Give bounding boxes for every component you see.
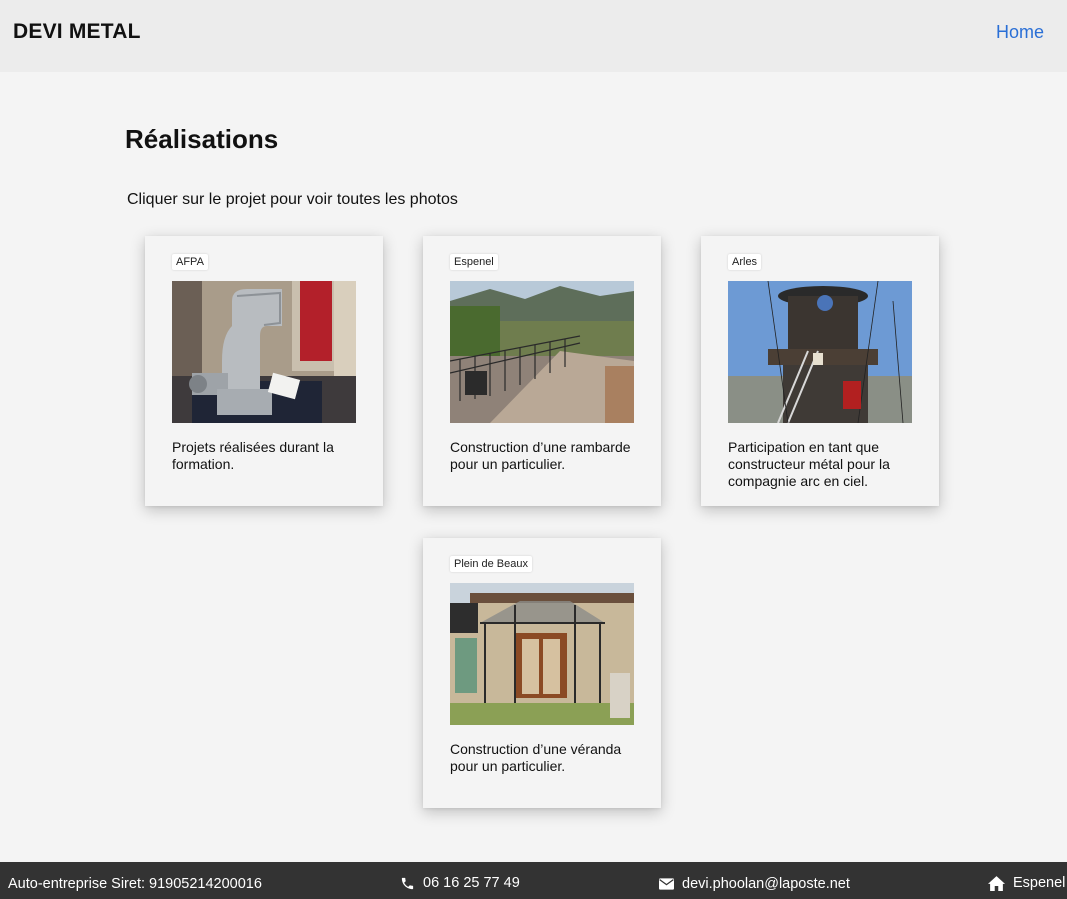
page-title: Réalisations [125,124,279,154]
steel-elbow-photo [172,281,356,423]
footer-siret: Auto-entreprise Siret: 91905214200016 [8,876,262,892]
siret-text: Auto-entreprise Siret: 91905214200016 [8,876,262,892]
railing-photo [450,281,634,423]
project-description: Participation en tant que constructeur m… [728,439,890,489]
project-photo-afpa[interactable] [172,281,356,423]
project-tag: Arles [728,254,762,270]
project-description: Construction d’une véranda pour un parti… [450,741,622,774]
project-card-espenel[interactable]: Espenel Construction d’une rambarde pour… [423,236,661,506]
footer-email[interactable]: devi.phoolan@laposte.net [659,876,850,892]
project-photo-plein-de-beaux[interactable] [450,583,634,725]
project-description: Projets réalisées durant la formation. [172,439,334,472]
tower-photo [728,281,912,423]
site-header: DEVI METAL Home [0,0,1067,72]
location-text: Espenel [1013,875,1066,891]
project-tag: Espenel [450,254,498,270]
footer-phone[interactable]: 06 16 25 77 49 [400,875,520,891]
project-tag: AFPA [172,254,208,270]
project-card-arles[interactable]: Arles Participation en tant que construc… [701,236,939,506]
project-photo-arles[interactable] [728,281,912,423]
email-text: devi.phoolan@laposte.net [682,876,850,892]
footer-location: Espenel [988,875,1065,891]
project-tag: Plein de Beaux [450,556,532,572]
project-card-plein-de-beaux[interactable]: Plein de Beaux Construction d’une vérand… [423,538,661,808]
phone-text: 06 16 25 77 49 [423,875,520,891]
veranda-photo [450,583,634,725]
home-icon [988,875,1005,891]
site-footer: Auto-entreprise Siret: 91905214200016 06… [0,862,1067,899]
project-description: Construction d’une rambarde pour un part… [450,439,631,472]
intro-text: Cliquer sur le projet pour voir toutes l… [127,191,458,208]
project-card-afpa[interactable]: AFPA Projets réalisées durant la formati… [145,236,383,506]
nav-home-link[interactable]: Home [996,22,1044,43]
envelope-icon [659,878,674,890]
brand-logo[interactable]: DEVI METAL [13,20,141,44]
project-photo-espenel[interactable] [450,281,634,423]
phone-icon [401,877,414,889]
